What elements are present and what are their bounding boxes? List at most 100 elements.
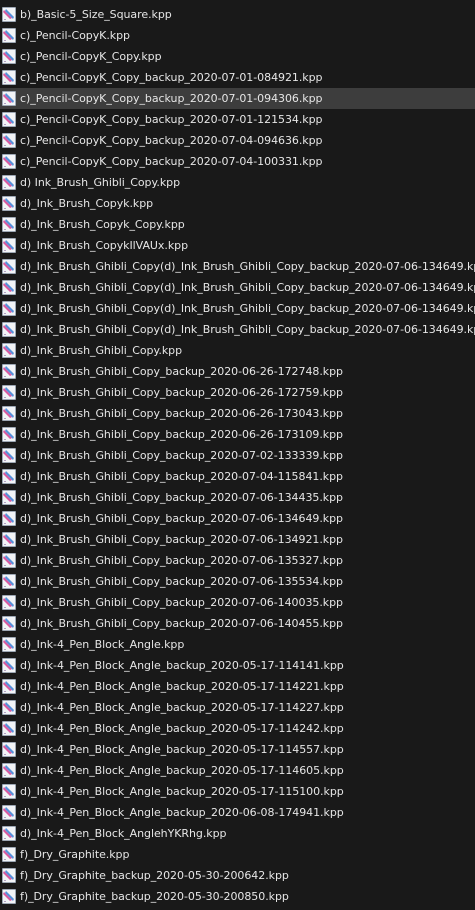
file-list-item[interactable]: d)_Ink_Brush_Ghibli_Copy_backup_2020-07-… [0, 550, 475, 571]
file-list-item[interactable]: d)_Ink-4_Pen_Block_Angle_backup_2020-05-… [0, 718, 475, 739]
kpp-file-icon [2, 826, 16, 841]
file-name: c)_Pencil-CopyK_Copy_backup_2020-07-04-0… [20, 134, 323, 147]
kpp-file-icon [2, 112, 16, 127]
file-name: d)_Ink_Brush_Ghibli_Copy_backup_2020-07-… [20, 533, 343, 546]
file-name: d)_Ink-4_Pen_Block_Angle_backup_2020-05-… [20, 743, 344, 756]
file-list-item[interactable]: b)_Basic-5_Size_Square.kpp [0, 4, 475, 25]
file-name: d)_Ink-4_Pen_Block_Angle_backup_2020-05-… [20, 680, 344, 693]
file-list-item[interactable]: d)_Ink-4_Pen_Block_Angle_backup_2020-05-… [0, 760, 475, 781]
file-list-item[interactable]: d)_Ink_Brush_CopykIlVAUx.kpp [0, 235, 475, 256]
file-list-item[interactable]: d)_Ink_Brush_Copyk.kpp [0, 193, 475, 214]
file-list-item[interactable]: c)_Pencil-CopyK_Copy_backup_2020-07-04-1… [0, 151, 475, 172]
file-list-item[interactable]: f)_Dry_Graphite_backup_2020-05-30-200850… [0, 886, 475, 907]
file-list-item[interactable]: d)_Ink_Brush_Ghibli_Copy(d)_Ink_Brush_Gh… [0, 298, 475, 319]
kpp-file-icon [2, 154, 16, 169]
file-list-item[interactable]: d)_Ink_Brush_Ghibli_Copy(d)_Ink_Brush_Gh… [0, 277, 475, 298]
file-name: d)_Ink_Brush_Ghibli_Copy_backup_2020-07-… [20, 617, 343, 630]
kpp-file-icon [2, 70, 16, 85]
file-name: d)_Ink-4_Pen_Block_Angle_backup_2020-05-… [20, 701, 344, 714]
kpp-file-icon [2, 427, 16, 442]
kpp-file-icon [2, 595, 16, 610]
file-name: d)_Ink_Brush_Ghibli_Copy_backup_2020-07-… [20, 491, 343, 504]
kpp-file-icon [2, 742, 16, 757]
kpp-file-icon [2, 805, 16, 820]
file-list-item[interactable]: d)_Ink-4_Pen_Block_Angle.kpp [0, 634, 475, 655]
kpp-file-icon [2, 406, 16, 421]
file-list-item[interactable]: d)_Ink_Brush_Ghibli_Copy.kpp [0, 340, 475, 361]
file-list-item[interactable]: d)_Ink-4_Pen_Block_Angle_backup_2020-05-… [0, 655, 475, 676]
file-name: d)_Ink_Brush_Ghibli_Copy.kpp [20, 344, 183, 357]
kpp-file-icon [2, 259, 16, 274]
file-list-item[interactable]: d)_Ink-4_Pen_Block_Angle_backup_2020-05-… [0, 676, 475, 697]
kpp-file-icon [2, 175, 16, 190]
kpp-file-icon [2, 763, 16, 778]
file-name: d)_Ink_Brush_Ghibli_Copy(d)_Ink_Brush_Gh… [20, 302, 475, 315]
file-name: d)_Ink_Brush_Ghibli_Copy_backup_2020-07-… [20, 554, 343, 567]
file-name: d)_Ink_Brush_Ghibli_Copy_backup_2020-06-… [20, 386, 343, 399]
kpp-file-icon [2, 91, 16, 106]
kpp-file-icon [2, 217, 16, 232]
file-list-item[interactable]: d)_Ink_Brush_Ghibli_Copy_backup_2020-06-… [0, 361, 475, 382]
kpp-file-icon [2, 301, 16, 316]
file-list-item[interactable]: f)_Dry_Graphite.kpp [0, 844, 475, 865]
file-name: f)_Dry_Graphite_backup_2020-05-30-200850… [20, 890, 289, 903]
kpp-file-icon [2, 28, 16, 43]
file-name: d)_Ink-4_Pen_Block_Angle.kpp [20, 638, 185, 651]
kpp-file-icon [2, 448, 16, 463]
kpp-file-icon [2, 238, 16, 253]
file-name: c)_Pencil-CopyK_Copy_backup_2020-07-01-1… [20, 113, 323, 126]
file-list-item[interactable]: d)_Ink_Brush_Copyk_Copy.kpp [0, 214, 475, 235]
file-name: d)_Ink-4_Pen_Block_Angle_backup_2020-05-… [20, 785, 344, 798]
kpp-file-icon [2, 847, 16, 862]
file-name: d)_Ink_Brush_Copyk.kpp [20, 197, 154, 210]
file-list-item[interactable]: f)_Dry_Graphite_backup_2020-05-30-200642… [0, 865, 475, 886]
file-list-item[interactable]: d)_Ink_Brush_Ghibli_Copy_backup_2020-07-… [0, 466, 475, 487]
kpp-file-icon [2, 322, 16, 337]
file-list-item[interactable]: d)_Ink_Brush_Ghibli_Copy(d)_Ink_Brush_Gh… [0, 256, 475, 277]
kpp-file-icon [2, 616, 16, 631]
file-list: b)_Basic-5_Size_Square.kpp c)_Pencil-Cop… [0, 4, 475, 910]
kpp-file-icon [2, 532, 16, 547]
kpp-file-icon [2, 469, 16, 484]
file-name: f)_Dry_Graphite.kpp [20, 848, 130, 861]
file-name: d)_Ink-4_Pen_Block_AnglehYKRhg.kpp [20, 827, 227, 840]
file-list-item[interactable]: c)_Pencil-CopyK.kpp [0, 25, 475, 46]
file-list-item[interactable]: d)_Ink_Brush_Ghibli_Copy_backup_2020-07-… [0, 571, 475, 592]
file-list-item[interactable]: d)_Ink_Brush_Ghibli_Copy_backup_2020-07-… [0, 613, 475, 634]
file-list-item[interactable]: d)_Ink_Brush_Ghibli_Copy_backup_2020-07-… [0, 508, 475, 529]
file-name: d)_Ink_Brush_CopykIlVAUx.kpp [20, 239, 189, 252]
file-list-item[interactable]: d)_Ink_Brush_Ghibli_Copy_backup_2020-06-… [0, 382, 475, 403]
file-list-item[interactable]: c)_Pencil-CopyK_Copy.kpp [0, 46, 475, 67]
file-list-item[interactable]: c)_Pencil-CopyK_Copy_backup_2020-07-01-1… [0, 109, 475, 130]
file-list-item[interactable]: d)_Ink_Brush_Ghibli_Copy_backup_2020-07-… [0, 487, 475, 508]
file-name: c)_Pencil-CopyK_Copy.kpp [20, 50, 162, 63]
file-name: d)_Ink_Brush_Ghibli_Copy_backup_2020-06-… [20, 365, 343, 378]
file-list-item[interactable]: d)_Ink_Brush_Ghibli_Copy_backup_2020-07-… [0, 529, 475, 550]
file-list-item[interactable]: d)_Ink-4_Pen_Block_Angle_backup_2020-05-… [0, 697, 475, 718]
file-list-item[interactable]: d)_Ink-4_Pen_Block_Angle_backup_2020-05-… [0, 739, 475, 760]
file-list-item[interactable]: d)_Ink-4_Pen_Block_AnglehYKRhg.kpp [0, 823, 475, 844]
file-name: b)_Basic-5_Size_Square.kpp [20, 8, 172, 21]
file-list-item[interactable]: d)_Ink_Brush_Ghibli_Copy_backup_2020-06-… [0, 403, 475, 424]
kpp-file-icon [2, 343, 16, 358]
file-list-item[interactable]: d)_Ink_Brush_Ghibli_Copy_backup_2020-06-… [0, 424, 475, 445]
file-list-item[interactable]: d)_Ink_Brush_Ghibli_Copy_backup_2020-07-… [0, 445, 475, 466]
file-name: d)_Ink_Brush_Ghibli_Copy_backup_2020-06-… [20, 407, 343, 420]
file-list-item[interactable]: d)_Ink_Brush_Ghibli_Copy(d)_Ink_Brush_Gh… [0, 319, 475, 340]
file-list-item[interactable]: d) Ink_Brush_Ghibli_Copy.kpp [0, 172, 475, 193]
file-list-item[interactable]: d)_Ink-4_Pen_Block_Angle_backup_2020-05-… [0, 781, 475, 802]
file-list-item-selected[interactable]: c)_Pencil-CopyK_Copy_backup_2020-07-01-0… [0, 88, 475, 109]
kpp-file-icon [2, 868, 16, 883]
file-list-item[interactable]: d)_Ink_Brush_Ghibli_Copy_backup_2020-07-… [0, 592, 475, 613]
kpp-file-icon [2, 364, 16, 379]
file-name: d)_Ink_Brush_Copyk_Copy.kpp [20, 218, 185, 231]
file-name: c)_Pencil-CopyK.kpp [20, 29, 130, 42]
file-name: d)_Ink-4_Pen_Block_Angle_backup_2020-05-… [20, 764, 344, 777]
file-list-item[interactable]: c)_Pencil-CopyK_Copy_backup_2020-07-04-0… [0, 130, 475, 151]
file-name: d)_Ink_Brush_Ghibli_Copy_backup_2020-07-… [20, 470, 343, 483]
file-list-item[interactable]: d)_Ink-4_Pen_Block_Angle_backup_2020-06-… [0, 802, 475, 823]
file-name: d)_Ink-4_Pen_Block_Angle_backup_2020-06-… [20, 806, 344, 819]
file-list-item[interactable]: c)_Pencil-CopyK_Copy_backup_2020-07-01-0… [0, 67, 475, 88]
kpp-file-icon [2, 658, 16, 673]
kpp-file-icon [2, 889, 16, 904]
